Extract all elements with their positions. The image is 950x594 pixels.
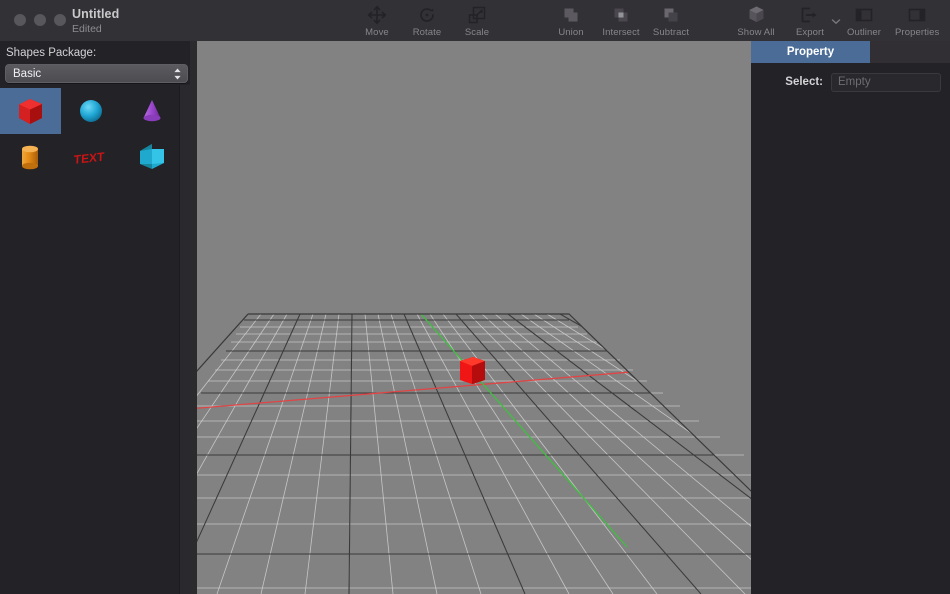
shape-item-sphere[interactable] [61,88,122,134]
shape-palette-grid: TEXT [0,88,182,180]
select-field[interactable]: Empty [831,72,941,92]
properties-label: Properties [895,27,940,38]
subtract-icon [661,4,681,25]
chevron-updown-icon [173,67,182,80]
tab-property[interactable]: Property [751,41,870,63]
scale-tool-label: Scale [464,27,490,38]
union-tool-button[interactable]: Union [546,0,596,41]
sidebar-scrollbar[interactable] [179,85,190,594]
outliner-panel-icon [853,4,875,25]
rotate-tool-label: Rotate [412,27,442,38]
view-tool-group: Show All Export Outliner Properties [731,0,945,41]
shape-item-arrow[interactable] [121,134,182,180]
outliner-button[interactable]: Outliner [839,0,889,41]
close-button[interactable] [14,14,26,26]
scale-icon [467,4,487,25]
subtract-tool-button[interactable]: Subtract [646,0,696,41]
cone-thumbnail-icon [143,100,161,122]
scene-object-cube[interactable] [460,357,485,384]
select-label: Select: [785,76,823,88]
axis-x-line [197,368,668,410]
union-tool-label: Union [558,27,584,38]
document-title-block: Untitled Edited [72,7,119,35]
select-field-placeholder: Empty [838,76,871,88]
app-window: Untitled Edited Move Rotate Scale Union … [0,0,950,594]
shape-item-text[interactable]: TEXT [61,134,122,180]
shapes-package-label: Shapes Package: [6,47,97,59]
document-edited-status: Edited [72,23,102,36]
arrow-thumbnail-icon [139,144,164,169]
shapes-package-selected-value: Basic [13,67,42,80]
shape-item-cone[interactable] [121,88,182,134]
transform-tool-group: Move Rotate Scale [352,0,502,41]
grid-minor-verticals [197,314,751,594]
cylinder-thumbnail-icon [22,145,39,170]
grid-border-left [197,313,249,372]
select-property-row: Select: Empty [751,71,950,93]
move-tool-button[interactable]: Move [352,0,402,41]
rotate-tool-button[interactable]: Rotate [402,0,452,41]
move-tool-label: Move [365,27,389,38]
property-panel: Property Select: Empty [751,41,950,594]
properties-button[interactable]: Properties [889,0,945,41]
boolean-tool-group: Union Intersect Subtract [546,0,696,41]
zoom-button[interactable] [54,14,66,26]
grid-perspective [197,313,751,594]
subtract-tool-label: Subtract [652,27,690,38]
3d-viewport[interactable] [197,41,751,594]
axis-z-line [420,314,628,548]
cube-thumbnail-icon [19,99,43,124]
shapes-sidebar: Shapes Package: Basic TEXT [0,41,190,594]
intersect-icon [611,4,631,25]
document-title: Untitled [72,7,120,21]
shape-item-cube[interactable] [0,88,61,134]
title-bar: Untitled Edited Move Rotate Scale Union … [0,0,950,41]
union-icon [561,4,581,25]
scale-tool-button[interactable]: Scale [452,0,502,41]
minimize-button[interactable] [34,14,46,26]
shapes-package-select[interactable]: Basic [5,64,188,83]
outliner-label: Outliner [846,27,882,38]
property-tab-bar: Property [751,41,950,63]
viewport-scene [197,313,751,594]
show-all-label: Show All [737,27,775,38]
cube-icon [746,4,767,25]
traffic-light-buttons [14,14,66,26]
intersect-tool-label: Intersect [602,27,640,38]
shape-item-cylinder[interactable] [0,134,61,180]
grid-major-verticals [197,314,751,594]
properties-panel-icon [906,4,928,25]
export-label: Export [795,27,825,38]
move-icon [367,4,387,25]
text-thumbnail-icon: TEXT [74,150,106,167]
sphere-thumbnail-icon [79,100,102,122]
export-button[interactable]: Export [781,0,841,41]
rotate-icon [417,4,437,25]
text-shape-glyph: TEXT [74,150,106,167]
export-icon [799,4,821,25]
grid-border [248,313,751,492]
show-all-button[interactable]: Show All [731,0,781,41]
intersect-tool-button[interactable]: Intersect [596,0,646,41]
